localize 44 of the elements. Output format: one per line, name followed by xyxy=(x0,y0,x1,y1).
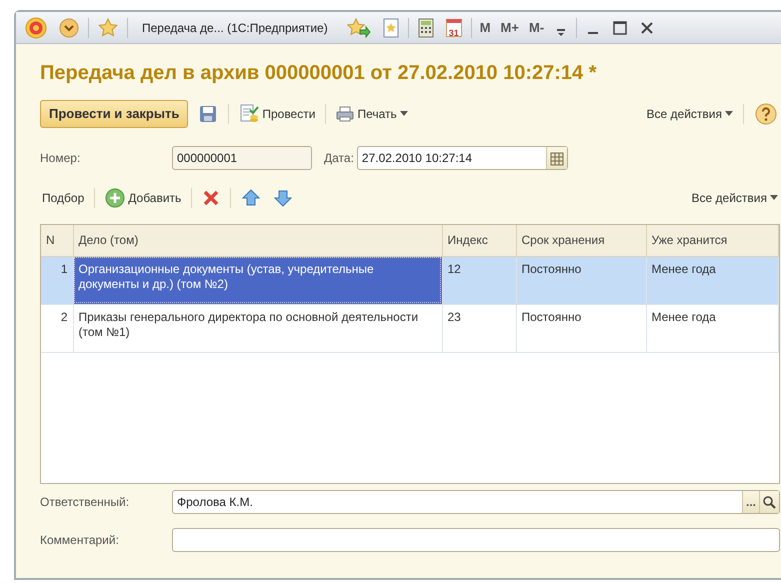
memory-button[interactable]: M xyxy=(478,18,493,38)
print-button[interactable]: Печать xyxy=(334,105,410,123)
number-label: Номер: xyxy=(40,150,82,167)
memory-button[interactable]: M- xyxy=(526,18,546,38)
responsible-label: Ответственный: xyxy=(40,494,130,511)
table-cell: 2 xyxy=(41,304,73,352)
caret-icon xyxy=(400,111,408,117)
number-field[interactable]: 000000001 xyxy=(172,146,312,170)
column-header[interactable]: Срок хранения xyxy=(516,225,646,256)
column-header[interactable]: Уже хранится xyxy=(646,225,778,256)
column-header[interactable]: Индекс xyxy=(442,225,516,256)
comment-field[interactable] xyxy=(172,528,780,552)
search-icon[interactable] xyxy=(759,491,779,513)
table-cell: Менее года xyxy=(646,304,778,352)
table-cell: Менее года xyxy=(646,256,778,304)
caret-icon xyxy=(725,111,733,117)
column-header[interactable]: Дело (том) xyxy=(73,225,442,256)
table-cell: 12 xyxy=(442,256,516,304)
printer-icon xyxy=(336,106,354,122)
comment-label: Комментарий: xyxy=(40,532,120,549)
column-header[interactable]: N xyxy=(41,225,73,256)
document-coins-icon xyxy=(239,104,260,124)
caret-icon xyxy=(770,195,778,201)
window-title: Передача де... (1С:Предприятие) xyxy=(142,20,328,36)
add-button[interactable]: Добавить xyxy=(103,188,184,208)
date-field[interactable]: 27.02.2010 10:27:14 xyxy=(356,146,568,170)
table-cell: 23 xyxy=(442,304,516,352)
all-actions-button[interactable]: Все действия xyxy=(690,189,780,207)
table-cell: Постоянно xyxy=(516,304,646,352)
table-cell: Приказы генерального директора по основной деятельности (том №1) xyxy=(73,304,442,352)
responsible-field[interactable]: Фролова К.М. ... xyxy=(172,490,780,514)
post-button[interactable]: Провести xyxy=(237,104,318,124)
table-cell: Постоянно xyxy=(516,256,646,304)
all-actions-button[interactable]: Все действия xyxy=(644,105,735,123)
document-heading: Передача дел в архив 000000001 от 27.02.2010 10:27:14 * xyxy=(40,61,598,86)
date-label: Дата: xyxy=(324,150,354,167)
pick-button[interactable]: Подбор xyxy=(40,189,86,207)
table-cell: Организационные документы (устав, учредительные документы и др.) (том №2) xyxy=(73,256,442,304)
plus-icon xyxy=(105,188,126,208)
table-cell: 1 xyxy=(41,256,73,304)
post-and-close-button[interactable]: Провести и закрыть xyxy=(40,100,188,128)
memory-button[interactable]: M+ xyxy=(498,18,521,38)
choose-button[interactable]: ... xyxy=(742,491,759,513)
calendar-icon[interactable] xyxy=(546,147,567,169)
